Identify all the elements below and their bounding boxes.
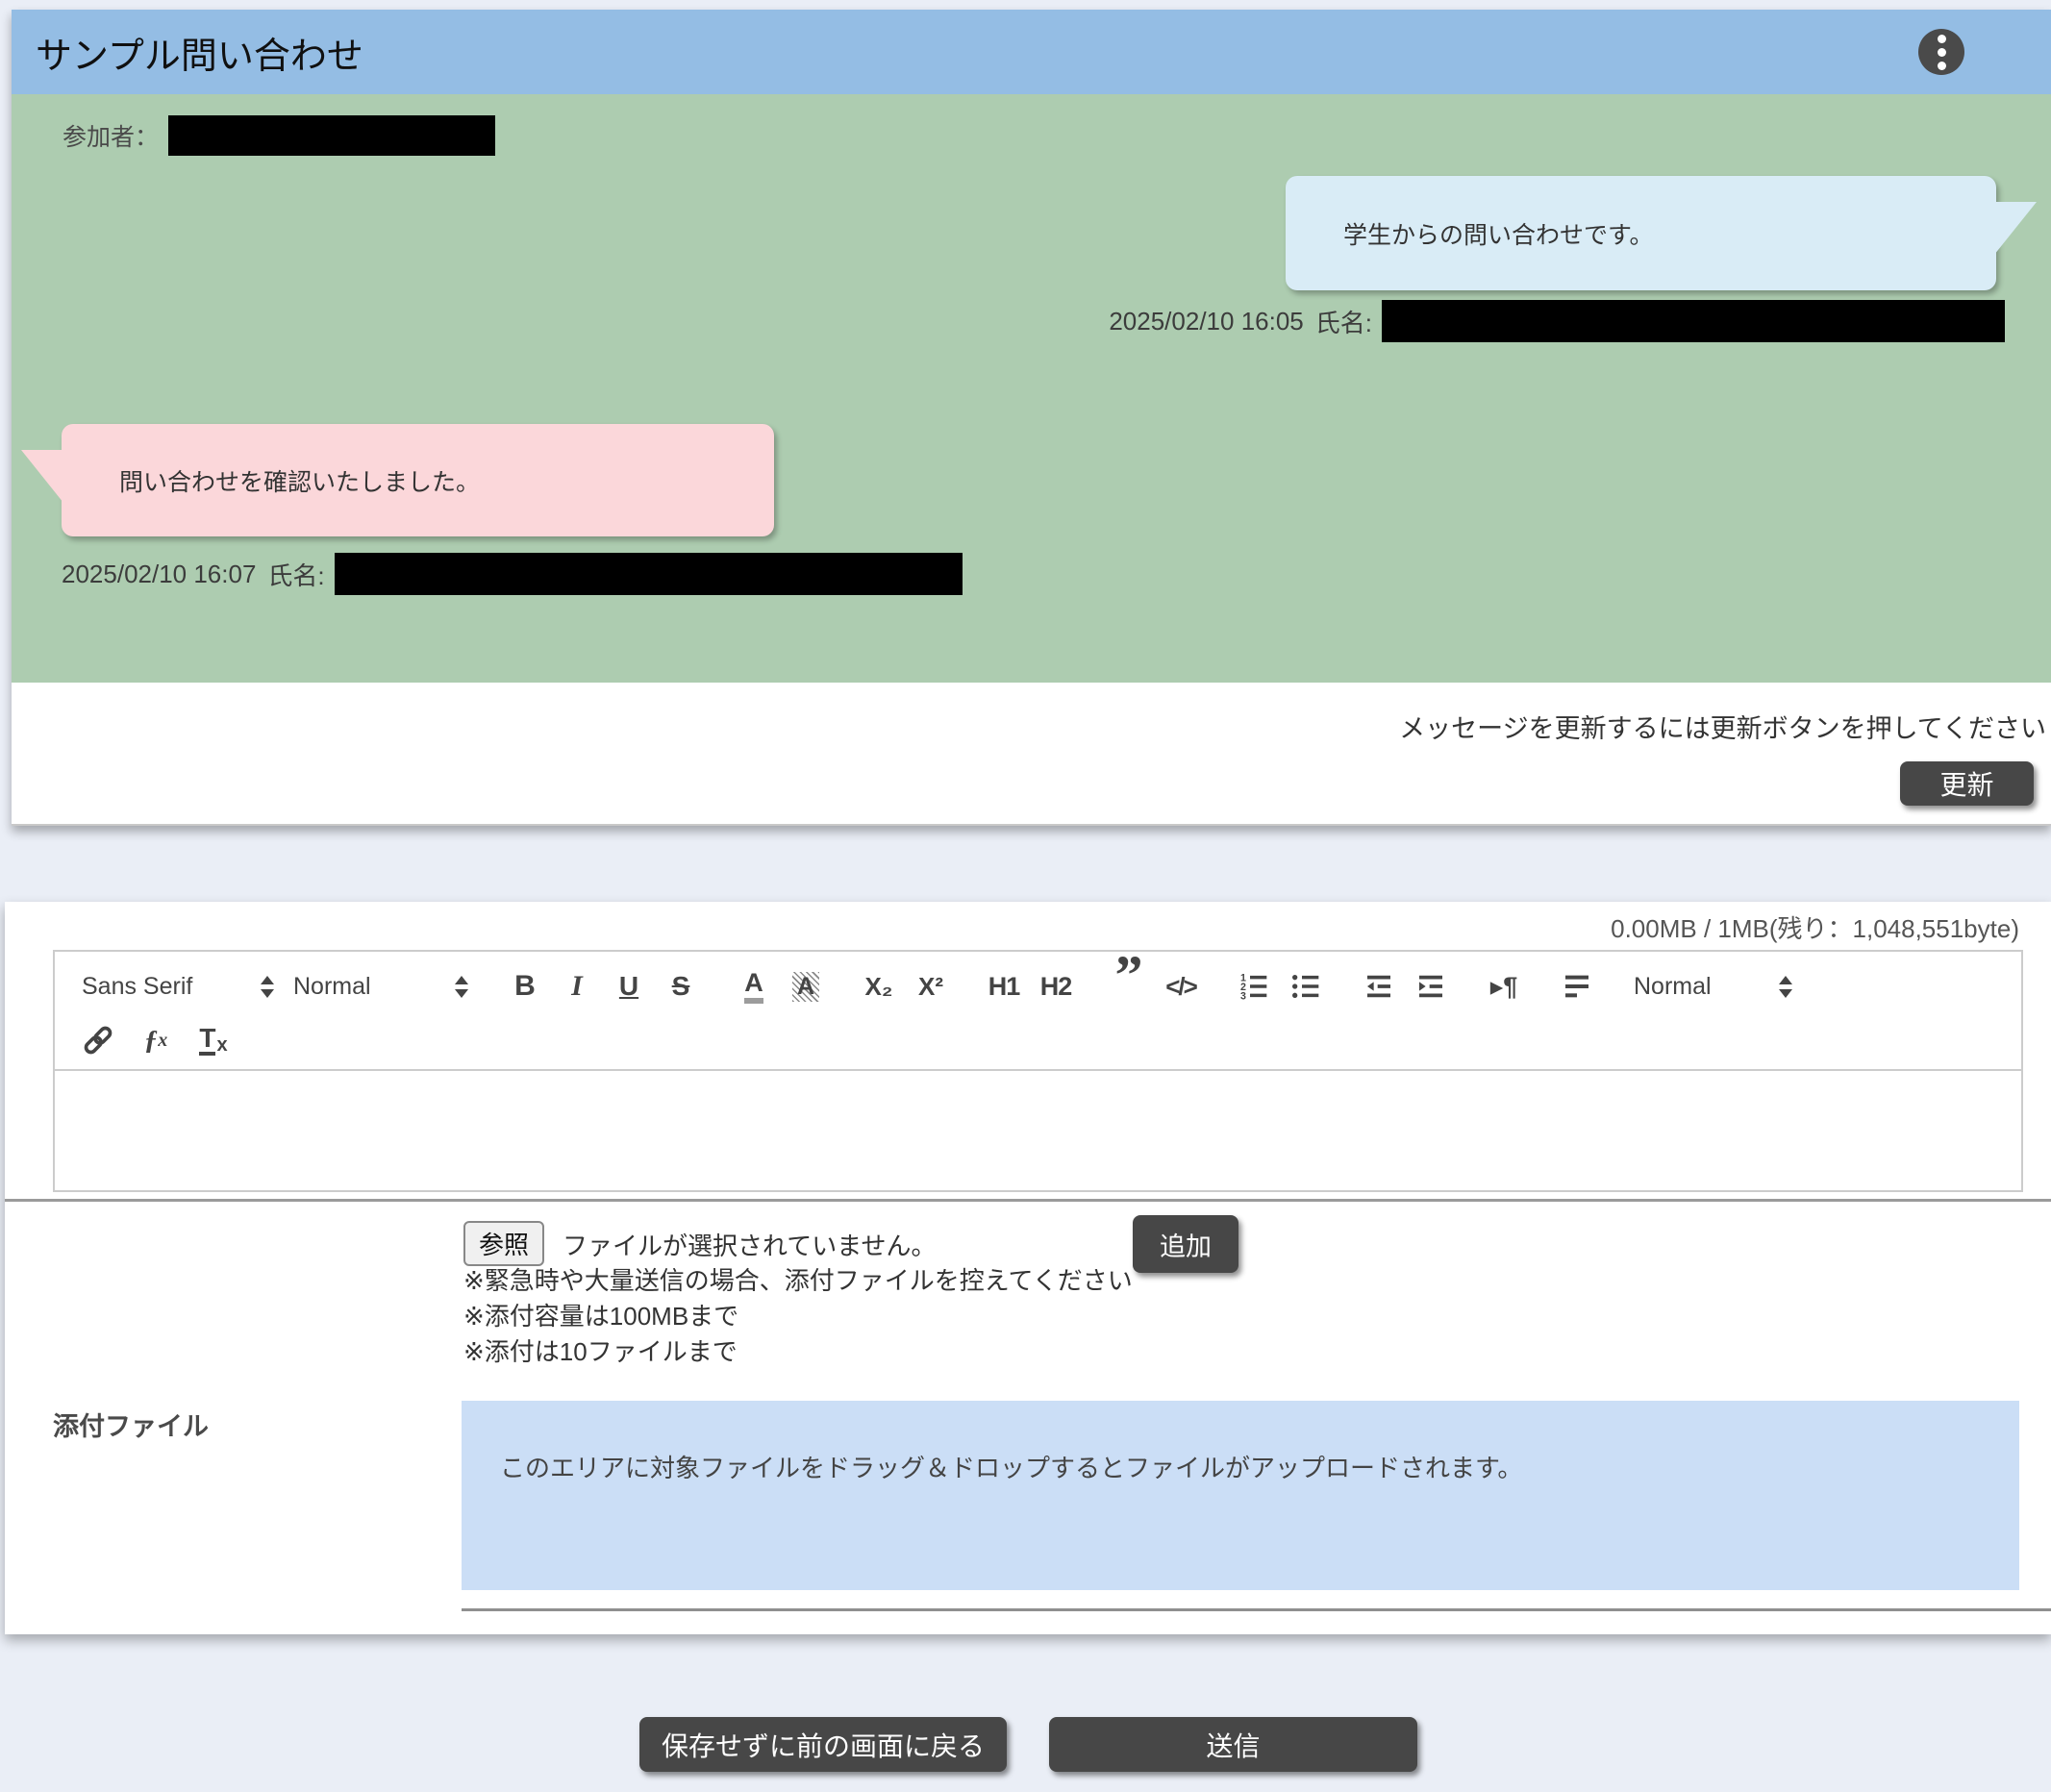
participants-row: 参加者： [63,115,495,156]
size-picker[interactable]: Normal [1634,961,1792,1011]
size-picker-value: Normal [1634,973,1712,1001]
svg-text:3: 3 [1240,990,1246,1002]
attachments-field-label: 添付ファイル [53,1406,209,1443]
attachment-note: ※緊急時や大量送信の場合、添付ファイルを控えてください [463,1265,1133,1297]
align-lines-icon [1562,971,1592,1002]
italic-button[interactable]: I [561,961,593,1011]
picker-arrows-icon [1779,976,1792,998]
h2-button[interactable]: H2 [1039,961,1072,1011]
formula-button[interactable]: ƒx [139,1015,172,1065]
message-timestamp: 2025/02/10 16:05 [1109,307,1303,336]
heading-picker[interactable]: Normal [293,961,468,1011]
section-divider [5,1199,2051,1202]
bubble-tail-icon [1994,202,2037,255]
rich-text-editor: Sans Serif Normal B I U S A [53,950,2023,1192]
attachment-note: ※添付は10ファイルまで [463,1336,1133,1368]
send-button[interactable]: 送信 [1049,1717,1417,1772]
message-size-indicator: 0.00MB / 1MB(残り：1,048,551byte) [1611,909,2019,945]
attachment-note: ※添付容量は100MBまで [463,1301,1133,1332]
h1-button[interactable]: H1 [988,961,1020,1011]
kebab-menu-icon [1938,35,1946,70]
heading-picker-value: Normal [293,973,371,1001]
picker-arrows-icon [455,976,468,998]
page: サンプル問い合わせ 参加者： 学生からの問い合わせです。 2025/02/10 … [0,0,2051,1792]
direction-button[interactable]: ▸¶ [1488,961,1520,1011]
text-color-icon: A [744,970,763,1004]
bubble-tail-icon [21,450,63,503]
font-picker-value: Sans Serif [82,973,192,1001]
chain-link-icon [82,1024,114,1057]
subscript-button[interactable]: X₂ [863,961,895,1011]
superscript-button[interactable]: X² [914,961,947,1011]
no-file-selected-text: ファイルが選択されていません。 [563,1227,936,1262]
underline-button[interactable]: U [613,961,645,1011]
back-without-saving-button[interactable]: 保存せずに前の画面に戻る [639,1717,1007,1772]
indent-icon [1415,971,1446,1002]
redacted-participant-name [168,115,495,156]
text-color-button[interactable]: A [738,961,770,1011]
chat-bubble-left: 問い合わせを確認いたしました。 [62,424,774,536]
name-label: 氏名: [1315,304,1372,339]
bullet-list-button[interactable] [1289,961,1322,1011]
align-button[interactable] [1561,961,1593,1011]
browse-file-button[interactable]: 参照 [463,1221,544,1266]
clean-format-button[interactable]: Tx [197,1015,230,1065]
background-color-icon: A [792,972,819,1002]
message-text: 問い合わせを確認いたしました。 [119,463,480,498]
bulleted-list-icon [1290,971,1321,1002]
redacted-name [1382,300,2005,342]
update-hint: メッセージを更新するには更新ボタンを押してください [1399,708,2046,745]
formula-icon: ƒ [144,1025,159,1057]
indent-button[interactable] [1414,961,1447,1011]
conversation-card: サンプル問い合わせ 参加者： 学生からの問い合わせです。 2025/02/10 … [12,10,2051,826]
strike-button[interactable]: S [664,961,697,1011]
link-button[interactable] [82,1015,114,1065]
clean-format-icon: T [199,1025,215,1056]
chat-footer: メッセージを更新するには更新ボタンを押してください 更新 [12,683,2051,822]
bold-button[interactable]: B [509,961,541,1011]
participants-label: 参加者： [63,118,159,153]
message-text: 学生からの問い合わせです。 [1343,216,1654,251]
numbered-list-icon: 123 [1238,971,1269,1002]
chat-area: 参加者： 学生からの問い合わせです。 2025/02/10 16:05 氏名: … [12,94,2051,683]
update-button[interactable]: 更新 [1900,761,2034,806]
picker-arrows-icon [261,976,274,998]
message-meta-left: 2025/02/10 16:07 氏名: [62,553,963,595]
font-picker[interactable]: Sans Serif [82,961,274,1011]
ordered-list-button[interactable]: 123 [1238,961,1270,1011]
menu-button[interactable] [1918,29,1964,75]
message-timestamp: 2025/02/10 16:07 [62,560,256,589]
editor-toolbar: Sans Serif Normal B I U S A [55,952,2021,1069]
attachments-divider [462,1608,2051,1611]
file-dropzone[interactable]: このエリアに対象ファイルをドラッグ＆ドロップするとファイルがアップロードされます… [462,1401,2019,1590]
add-file-button[interactable]: 追加 [1133,1215,1238,1273]
outdent-button[interactable] [1363,961,1395,1011]
outdent-icon [1363,971,1394,1002]
message-meta-right: 2025/02/10 16:05 氏名: [1109,300,2005,342]
code-block-button[interactable]: </> [1164,961,1197,1011]
redacted-name [335,553,963,595]
compose-card: 0.00MB / 1MB(残り：1,048,551byte) Sans Seri… [5,902,2051,1634]
name-label: 氏名: [267,557,324,592]
editor-content[interactable] [55,1069,2021,1190]
conversation-header: サンプル問い合わせ [12,10,2051,94]
background-color-button[interactable]: A [789,961,822,1011]
attachment-notes: ※緊急時や大量送信の場合、添付ファイルを控えてください ※添付容量は100MBま… [463,1265,1133,1372]
blockquote-button[interactable]: ” [1113,961,1145,1011]
page-title: サンプル問い合わせ [36,26,363,79]
chat-bubble-right: 学生からの問い合わせです。 [1286,176,1996,290]
dropzone-hint-text: このエリアに対象ファイルをドラッグ＆ドロップするとファイルがアップロードされます… [500,1454,1522,1482]
